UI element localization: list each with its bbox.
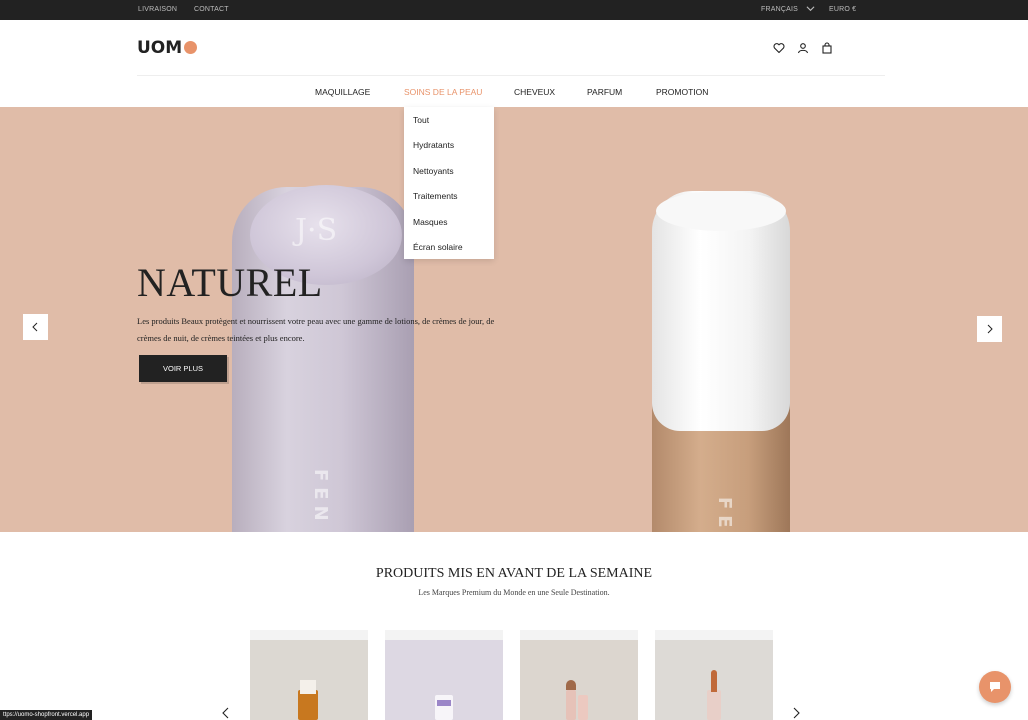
product-image	[520, 640, 638, 720]
product-card[interactable]	[520, 630, 638, 720]
nav-item-perfume[interactable]: PARFUM	[587, 87, 622, 97]
main-nav: MAQUILLAGE SOINS DE LA PEAU CHEVEUX PARF…	[0, 76, 1028, 107]
dropdown-item-sunscreen[interactable]: Écran solaire	[413, 242, 463, 252]
dropdown-item-cleansers[interactable]: Nettoyants	[413, 166, 454, 176]
chevron-down-icon[interactable]	[806, 4, 815, 13]
featured-subtitle: Les Marques Premium du Monde en une Seul…	[418, 588, 610, 597]
language-select[interactable]: FRANÇAIS	[761, 6, 798, 13]
logo-text: UOM	[137, 38, 183, 58]
chat-button[interactable]	[979, 671, 1011, 703]
nav-item-makeup[interactable]: MAQUILLAGE	[315, 87, 370, 97]
featured-title: PRODUITS MIS EN AVANT DE LA SEMAINE	[375, 566, 653, 581]
chevron-right-icon	[987, 324, 993, 334]
bottle-brand-mark-2: FE	[714, 497, 735, 532]
nav-item-hair[interactable]: CHEVEUX	[514, 87, 555, 97]
logo-dot	[184, 41, 198, 54]
product-card[interactable]	[250, 630, 368, 720]
header: UOM	[0, 20, 1028, 76]
slider-next-button[interactable]	[977, 316, 1002, 342]
logo[interactable]: UOM	[137, 38, 198, 58]
bag-icon[interactable]	[821, 42, 833, 54]
product-image	[385, 640, 503, 720]
chevron-left-icon	[32, 322, 38, 332]
top-bar: LIVRAISON CONTACT FRANÇAIS EURO €	[0, 0, 1028, 20]
foundation-cap-top	[656, 191, 786, 231]
hero-slider: J·S FEN FE NATUREL Les produits Beaux pr…	[0, 107, 1028, 532]
currency-select[interactable]: EURO €	[829, 6, 856, 13]
carousel-next-icon[interactable]	[790, 706, 802, 720]
hero-description: Les produits Beaux protègent et nourriss…	[137, 316, 495, 343]
product-image	[250, 640, 368, 720]
delivery-link[interactable]: LIVRAISON	[138, 6, 177, 13]
nav-item-promotion[interactable]: PROMOTION	[656, 87, 708, 97]
bottle-brand-mark: FEN	[310, 469, 331, 527]
dropdown-item-masks[interactable]: Masques	[413, 217, 448, 227]
nav-item-skincare[interactable]: SOINS DE LA PEAU	[404, 87, 482, 97]
user-icon[interactable]	[797, 42, 809, 54]
slider-prev-button[interactable]	[23, 314, 48, 340]
chat-icon	[990, 682, 1000, 692]
brand-emboss: J·S	[295, 213, 338, 248]
product-image	[655, 640, 773, 720]
dropdown-item-moisturizers[interactable]: Hydratants	[413, 140, 454, 150]
skincare-dropdown-menu: Tout Hydratants Nettoyants Traitements M…	[404, 107, 494, 259]
dropdown-item-treatments[interactable]: Traitements	[413, 191, 458, 201]
dropdown-item-all[interactable]: Tout	[413, 115, 429, 125]
contact-link[interactable]: CONTACT	[194, 6, 229, 13]
carousel-prev-icon[interactable]	[220, 706, 232, 720]
hero-title: NATUREL	[137, 260, 323, 305]
see-more-button[interactable]: VOIR PLUS	[139, 355, 227, 382]
product-card[interactable]	[385, 630, 503, 720]
status-bar-url: ttps://uomo-shopfront.vercel.app	[0, 710, 93, 720]
heart-icon[interactable]	[773, 42, 785, 54]
product-card[interactable]	[655, 630, 773, 720]
